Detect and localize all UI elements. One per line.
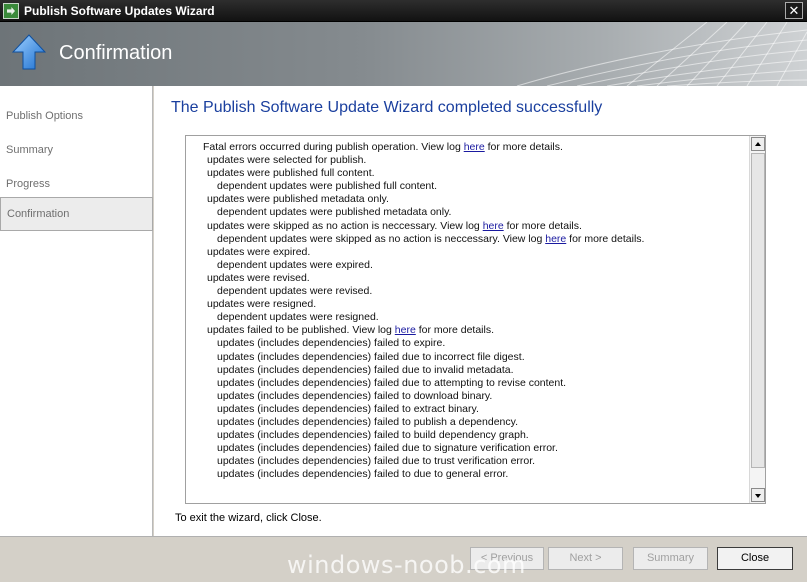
log-line: updates (includes dependencies) failed d…	[203, 351, 644, 364]
log-line-text: for more details.	[566, 232, 645, 245]
log-line: Fatal errors occurred during publish ope…	[203, 141, 644, 154]
log-line: updates were published metadata only.	[203, 193, 644, 206]
log-vertical-scrollbar[interactable]	[749, 136, 765, 503]
log-line: dependent updates were resigned.	[203, 311, 644, 324]
banner-title: Confirmation	[59, 42, 173, 64]
log-line: updates (includes dependencies) failed t…	[203, 403, 644, 416]
window-title: Publish Software Updates Wizard	[24, 4, 215, 18]
log-line-text: updates (includes dependencies) failed d…	[217, 442, 558, 455]
view-log-link[interactable]: here	[545, 233, 566, 245]
log-line-text: updates (includes dependencies) failed d…	[217, 363, 514, 376]
wizard-app-icon	[3, 3, 19, 19]
page-title: The Publish Software Update Wizard compl…	[171, 99, 603, 116]
sidebar-item-summary[interactable]: Summary	[0, 134, 153, 168]
log-line-text: updates (includes dependencies) failed t…	[217, 402, 479, 415]
log-line-text: for more details.	[415, 324, 494, 337]
log-line: updates (includes dependencies) failed d…	[203, 364, 644, 377]
log-line: updates were published full content.	[203, 167, 644, 180]
sidebar-item-label: Confirmation	[7, 208, 70, 220]
log-line: updates were revised.	[203, 272, 644, 285]
next-button[interactable]: Next >	[548, 547, 623, 570]
log-line: updates (includes dependencies) failed d…	[203, 442, 644, 455]
log-line: dependent updates were published full co…	[203, 180, 644, 193]
scroll-up-arrow-icon[interactable]	[751, 137, 765, 151]
log-line-text: updates were published metadata only.	[207, 193, 389, 206]
log-line: dependent updates were expired.	[203, 259, 644, 272]
wizard-steps-sidebar: Publish Options Summary Progress Confirm…	[0, 86, 153, 536]
log-line-text: dependent updates were resigned.	[217, 311, 379, 324]
log-line-text: updates were selected for publish.	[207, 154, 367, 167]
log-line-text: updates (includes dependencies) failed t…	[217, 468, 509, 481]
log-line-text: updates (includes dependencies) failed t…	[217, 415, 519, 428]
log-line-text: for more details.	[503, 219, 582, 232]
log-line: updates were expired.	[203, 246, 644, 259]
log-line-text: updates (includes dependencies) failed t…	[217, 337, 446, 350]
publish-log-textbox[interactable]: Fatal errors occurred during publish ope…	[185, 135, 766, 504]
log-line: updates were skipped as no action is nec…	[203, 220, 644, 233]
sidebar-item-label: Summary	[6, 144, 54, 156]
log-line-text: updates (includes dependencies) failed d…	[217, 350, 525, 363]
log-line-text: updates were revised.	[207, 271, 310, 284]
view-log-link[interactable]: here	[483, 220, 504, 232]
view-log-link[interactable]: here	[395, 324, 416, 336]
log-line-text: updates (includes dependencies) failed t…	[217, 389, 493, 402]
exit-instructions: To exit the wizard, click Close.	[175, 512, 322, 524]
title-bar: Publish Software Updates Wizard ✕	[0, 0, 807, 22]
log-line-text: dependent updates were published metadat…	[217, 206, 452, 219]
wizard-banner: Confirmation	[0, 22, 807, 86]
sidebar-item-confirmation[interactable]: Confirmation	[0, 197, 153, 231]
summary-button[interactable]: Summary	[633, 547, 708, 570]
close-button[interactable]: Close	[717, 547, 793, 570]
scroll-down-arrow-icon[interactable]	[751, 488, 765, 502]
log-line-text: updates (includes dependencies) failed d…	[217, 455, 536, 468]
banner-grid-decoration	[516, 22, 807, 86]
sidebar-item-label: Progress	[6, 178, 51, 190]
log-line-text: for more details.	[484, 141, 563, 153]
log-line: dependent updates were skipped as no act…	[203, 233, 644, 246]
log-line: updates (includes dependencies) failed d…	[203, 377, 644, 390]
log-line: updates (includes dependencies) failed t…	[203, 390, 644, 403]
previous-button[interactable]: < Previous	[470, 547, 544, 570]
log-line-text: dependent updates were revised.	[217, 285, 373, 298]
log-line-text: Fatal errors occurred during publish ope…	[203, 141, 464, 153]
sidebar-item-publish-options[interactable]: Publish Options	[0, 100, 153, 134]
log-line: updates (includes dependencies) failed t…	[203, 337, 644, 350]
window-close-button[interactable]: ✕	[785, 2, 803, 19]
log-line-text: updates were resigned.	[207, 298, 317, 311]
log-line: updates (includes dependencies) failed t…	[203, 429, 644, 442]
log-line: dependent updates were published metadat…	[203, 206, 644, 219]
log-line-text: updates failed to be published. View log	[207, 324, 395, 337]
log-line: updates failed to be published. View log…	[203, 324, 644, 337]
sidebar-item-label: Publish Options	[6, 110, 84, 122]
log-lines: Fatal errors occurred during publish ope…	[203, 141, 644, 481]
log-line: updates (includes dependencies) failed t…	[203, 468, 644, 481]
log-line: updates were selected for publish.	[203, 154, 644, 167]
log-line: dependent updates were revised.	[203, 285, 644, 298]
scroll-thumb[interactable]	[751, 153, 765, 468]
log-line-text: updates (includes dependencies) failed t…	[217, 429, 529, 442]
main-content: The Publish Software Update Wizard compl…	[154, 86, 807, 536]
log-line: updates were resigned.	[203, 298, 644, 311]
log-line: updates (includes dependencies) failed d…	[203, 455, 644, 468]
log-line-text: updates (includes dependencies) failed d…	[217, 376, 567, 389]
log-line-text: updates were published full content.	[207, 167, 375, 180]
view-log-link[interactable]: here	[464, 141, 485, 153]
log-line-text: updates were skipped as no action is nec…	[207, 219, 483, 232]
blue-up-arrow-icon	[12, 34, 46, 70]
log-line-text: dependent updates were expired.	[217, 258, 373, 271]
log-line-text: updates were expired.	[207, 245, 311, 258]
log-line: updates (includes dependencies) failed t…	[203, 416, 644, 429]
log-line-text: dependent updates were published full co…	[217, 180, 438, 193]
log-line-text: dependent updates were skipped as no act…	[217, 232, 546, 245]
wizard-footer: < Previous Next > Summary Close	[0, 536, 807, 582]
